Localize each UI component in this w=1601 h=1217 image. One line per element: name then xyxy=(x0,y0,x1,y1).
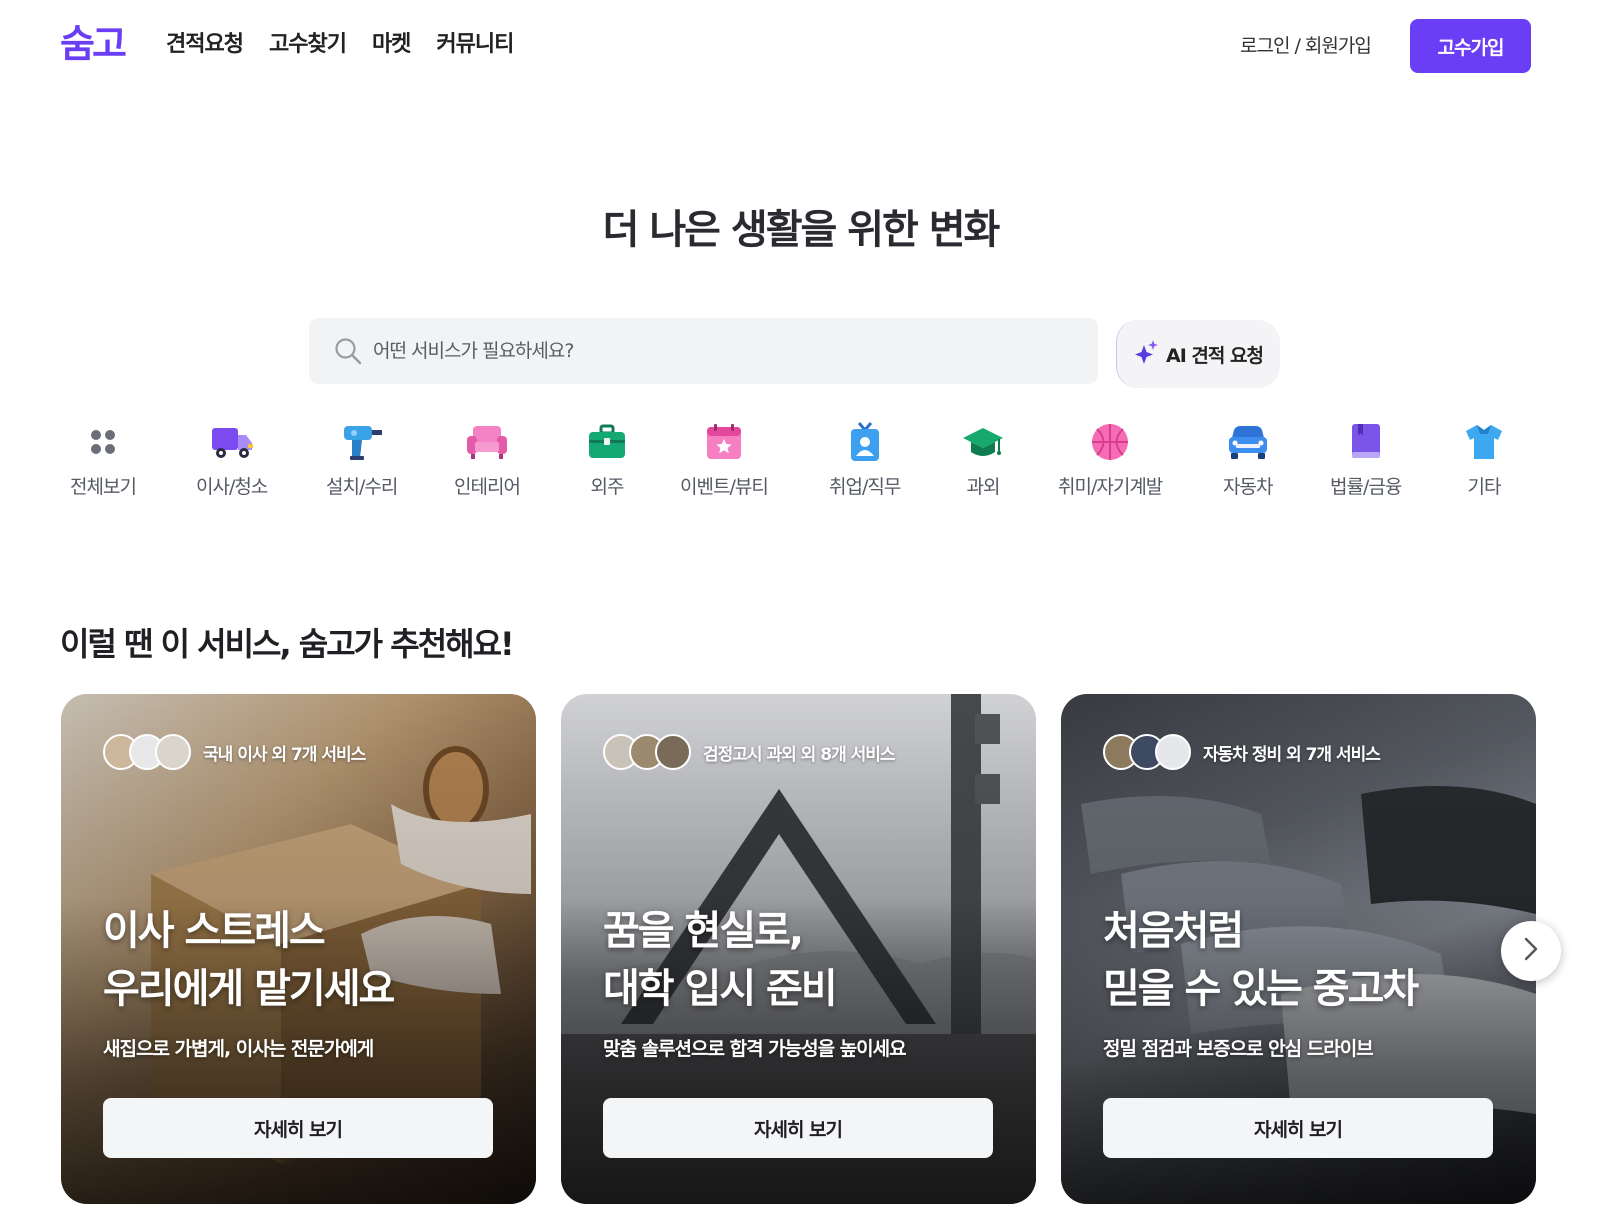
category-moving-cleaning[interactable]: 이사/청소 xyxy=(196,420,268,500)
header: 숨고 견적요청 고수찾기 마켓 커뮤니티 로그인 / 회원가입 고수가입 xyxy=(0,0,1601,90)
service-avatars xyxy=(103,734,191,770)
card-tag: 자동차 정비 외 7개 서비스 xyxy=(1103,734,1381,770)
category-label: 취미/자기계발 xyxy=(1058,476,1163,498)
service-avatars xyxy=(1103,734,1191,770)
chevron-right-icon xyxy=(1520,936,1542,966)
category-hobby[interactable]: 취미/자기계발 xyxy=(1058,420,1163,500)
card-title-line: 믿을 수 있는 중고차 xyxy=(1103,966,1419,1012)
search-bar[interactable] xyxy=(309,318,1098,384)
card-title-line: 처음처럼 xyxy=(1103,908,1244,954)
category-all[interactable]: 전체보기 xyxy=(70,420,137,500)
category-tutoring[interactable]: 과외 xyxy=(961,420,1005,500)
sofa-icon xyxy=(465,420,509,464)
nav-item-find-pro[interactable]: 고수찾기 xyxy=(269,30,347,60)
grid-dots-icon xyxy=(81,420,125,464)
card-title-line: 이사 스트레스 xyxy=(103,908,326,954)
category-car[interactable]: 자동차 xyxy=(1223,420,1273,500)
category-job[interactable]: 취업/직무 xyxy=(829,420,901,500)
avatar xyxy=(155,734,191,770)
id-badge-icon xyxy=(843,420,887,464)
ai-quote-label: AI 견적 요청 xyxy=(1166,344,1264,367)
service-avatars xyxy=(603,734,691,770)
avatar xyxy=(1155,734,1191,770)
drill-icon xyxy=(340,420,384,464)
nav-item-quote-request[interactable]: 견적요청 xyxy=(166,30,244,60)
card-tag-text: 검정고시 과외 외 8개 서비스 xyxy=(703,744,896,765)
sparkle-icon xyxy=(1134,339,1160,370)
card-title-line: 우리에게 맡기세요 xyxy=(103,966,395,1012)
card-subtitle: 정밀 점검과 보증으로 안심 드라이브 xyxy=(1103,1038,1374,1060)
pro-signup-button[interactable]: 고수가입 xyxy=(1410,19,1531,73)
search-input[interactable] xyxy=(373,318,1073,384)
nav-item-market[interactable]: 마켓 xyxy=(372,30,411,60)
category-list: 전체보기 이사/청소 설치/수리 인테리어 외주 이벤트/뷰티 취업/직무 과외… xyxy=(0,420,1601,500)
card-detail-button[interactable]: 자세히 보기 xyxy=(1103,1098,1493,1158)
section-title: 이럴 땐 이 서비스, 숨고가 추천해요! xyxy=(60,625,515,663)
card-tag-text: 국내 이사 외 7개 서비스 xyxy=(203,744,366,765)
card-subtitle: 맞춤 솔루션으로 합격 가능성을 높이세요 xyxy=(603,1038,907,1060)
category-outsourcing[interactable]: 외주 xyxy=(585,420,629,500)
category-label: 인테리어 xyxy=(454,476,521,498)
card-tag-text: 자동차 정비 외 7개 서비스 xyxy=(1203,744,1381,765)
card-title: 이사 스트레스 우리에게 맡기세요 xyxy=(103,902,523,1018)
card-title: 꿈을 현실로, 대학 입시 준비 xyxy=(603,902,1023,1018)
shirt-icon xyxy=(1462,420,1506,464)
main-nav: 견적요청 고수찾기 마켓 커뮤니티 xyxy=(166,30,539,60)
book-icon xyxy=(1344,420,1388,464)
card-title-line: 대학 입시 준비 xyxy=(603,966,838,1012)
category-label: 취업/직무 xyxy=(829,476,901,498)
category-install-repair[interactable]: 설치/수리 xyxy=(326,420,398,500)
card-detail-button[interactable]: 자세히 보기 xyxy=(103,1098,493,1158)
card-tag: 국내 이사 외 7개 서비스 xyxy=(103,734,366,770)
logo[interactable]: 숨고 xyxy=(60,22,127,66)
card-subtitle: 새집으로 가볍게, 이사는 전문가에게 xyxy=(103,1038,374,1060)
card-tag: 검정고시 과외 외 8개 서비스 xyxy=(603,734,896,770)
ai-quote-button[interactable]: AI 견적 요청 xyxy=(1116,320,1280,388)
recommend-card-exam[interactable]: 검정고시 과외 외 8개 서비스 꿈을 현실로, 대학 입시 준비 맞춤 솔루션… xyxy=(561,694,1036,1204)
category-label: 과외 xyxy=(966,476,1001,498)
basketball-icon xyxy=(1088,420,1132,464)
nav-item-community[interactable]: 커뮤니티 xyxy=(436,30,514,60)
login-signup-link[interactable]: 로그인 / 회원가입 xyxy=(1240,33,1372,59)
recommend-card-moving[interactable]: 국내 이사 외 7개 서비스 이사 스트레스 우리에게 맡기세요 새집으로 가볍… xyxy=(61,694,536,1204)
card-title: 처음처럼 믿을 수 있는 중고차 xyxy=(1103,902,1523,1018)
category-label: 이사/청소 xyxy=(196,476,268,498)
category-interior[interactable]: 인테리어 xyxy=(454,420,521,500)
category-label: 기타 xyxy=(1467,476,1502,498)
recommend-card-car[interactable]: 자동차 정비 외 7개 서비스 처음처럼 믿을 수 있는 중고차 정밀 점검과 … xyxy=(1061,694,1536,1204)
category-legal-finance[interactable]: 법률/금융 xyxy=(1330,420,1402,500)
calendar-star-icon xyxy=(702,420,746,464)
graduation-cap-icon xyxy=(961,420,1005,464)
hero-title: 더 나은 생활을 위한 변화 xyxy=(602,207,1001,253)
category-label: 이벤트/뷰티 xyxy=(680,476,769,498)
briefcase-icon xyxy=(585,420,629,464)
avatar xyxy=(655,734,691,770)
category-label: 자동차 xyxy=(1223,476,1273,498)
category-event-beauty[interactable]: 이벤트/뷰티 xyxy=(680,420,769,500)
car-icon xyxy=(1226,420,1270,464)
category-etc[interactable]: 기타 xyxy=(1462,420,1506,500)
card-detail-button[interactable]: 자세히 보기 xyxy=(603,1098,993,1158)
category-label: 외주 xyxy=(590,476,625,498)
search-icon xyxy=(333,336,363,366)
card-title-line: 꿈을 현실로, xyxy=(603,908,804,954)
category-label: 설치/수리 xyxy=(326,476,398,498)
carousel-next-button[interactable] xyxy=(1501,921,1561,981)
category-label: 법률/금융 xyxy=(1330,476,1402,498)
category-label: 전체보기 xyxy=(70,476,137,498)
truck-icon xyxy=(210,420,254,464)
